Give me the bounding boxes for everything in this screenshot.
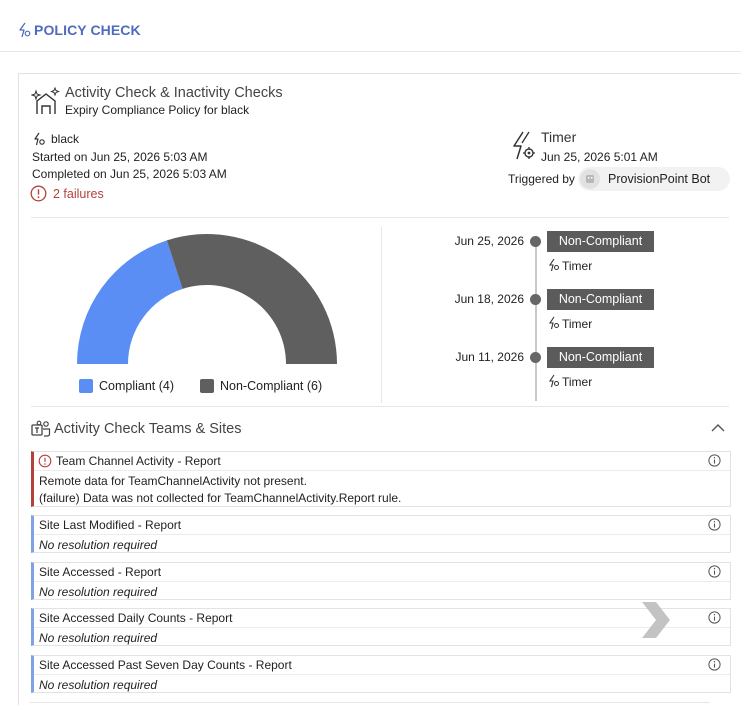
- report-resolution: No resolution required: [39, 585, 158, 599]
- report-title: Team Channel Activity - Report: [56, 454, 221, 468]
- timeline-item: Jun 18, 2026 Non-Compliant Timer: [399, 286, 729, 336]
- activity-check-icon: [31, 86, 60, 114]
- report-resolution: No resolution required: [39, 678, 158, 692]
- section-title: Activity Check Teams & Sites: [54, 421, 242, 437]
- timer-icon: [548, 316, 559, 330]
- report-header: Site Accessed Past Seven Day Counts - Re…: [34, 656, 730, 675]
- info-icon[interactable]: [708, 565, 721, 578]
- compliance-timeline: Jun 25, 2026 Non-Compliant Timer Jun 18,…: [399, 224, 729, 404]
- timeline-source: Timer: [562, 375, 593, 389]
- report-title: Site Last Modified - Report: [39, 518, 182, 532]
- error-circle-icon: [30, 185, 47, 202]
- report-item[interactable]: Site Accessed Past Seven Day Counts - Re…: [31, 655, 731, 693]
- timeline-dot: [530, 352, 541, 363]
- next-arrow-icon[interactable]: [640, 600, 672, 640]
- legend-swatch-compliant: [79, 379, 93, 393]
- policy-icon: [19, 22, 31, 38]
- report-details: Remote data for TeamChannelActivity not …: [39, 473, 401, 507]
- info-icon[interactable]: [708, 454, 721, 467]
- report-detail-line: (failure) Data was not collected for Tea…: [39, 491, 402, 505]
- workspace-icon: [34, 132, 45, 146]
- timeline-dot: [530, 236, 541, 247]
- report-resolution: No resolution required: [39, 538, 158, 552]
- triggered-by-label: Triggered by: [508, 172, 575, 186]
- divider: [31, 406, 729, 407]
- report-detail-line: Remote data for TeamChannelActivity not …: [39, 474, 307, 488]
- divider: [31, 217, 729, 218]
- page-header: POLICY CHECK: [0, 0, 741, 52]
- report-title: Site Accessed - Report: [39, 565, 162, 579]
- failure-count[interactable]: 2 failures: [53, 187, 104, 201]
- timeline-date: Jun 11, 2026: [455, 350, 524, 364]
- report-header: Team Channel Activity - Report: [34, 452, 730, 471]
- chevron-up-icon[interactable]: [711, 423, 725, 433]
- divider: [381, 227, 382, 403]
- report-item[interactable]: Site Accessed - Report No resolution req…: [31, 562, 731, 600]
- report-resolution: No resolution required: [39, 631, 158, 645]
- report-header: Site Accessed Daily Counts - Report: [34, 609, 730, 628]
- gauge-segment-non-compliant[interactable]: [166, 234, 337, 364]
- info-icon[interactable]: [708, 518, 721, 531]
- report-header: Site Last Modified - Report: [34, 516, 730, 535]
- timeline-item: Jun 11, 2026 Non-Compliant Timer: [399, 344, 729, 394]
- trigger-date: Jun 25, 2026 5:01 AM: [541, 150, 658, 164]
- triggered-by-pill[interactable]: ProvisionPoint Bot: [578, 167, 730, 191]
- report-title: Site Accessed Past Seven Day Counts - Re…: [39, 658, 292, 672]
- timeline-item: Jun 25, 2026 Non-Compliant Timer: [399, 228, 729, 278]
- timer-icon: [548, 258, 559, 272]
- bot-icon: [586, 175, 594, 183]
- policy-check-card: Activity Check & Inactivity Checks Expir…: [18, 73, 741, 705]
- report-item[interactable]: Site Accessed Daily Counts - Report No r…: [31, 608, 731, 646]
- status-badge[interactable]: Non-Compliant: [547, 347, 654, 368]
- compliance-gauge-chart: [77, 234, 337, 364]
- gauge-segment-compliant[interactable]: [77, 240, 183, 364]
- status-badge[interactable]: Non-Compliant: [547, 289, 654, 310]
- legend-label-compliant: Compliant (4): [99, 379, 175, 393]
- report-header: Site Accessed - Report: [34, 563, 730, 582]
- info-icon[interactable]: [708, 611, 721, 624]
- timeline-dot: [530, 294, 541, 305]
- activity-subtitle: Expiry Compliance Policy for black: [65, 103, 250, 117]
- divider: [30, 702, 710, 703]
- status-badge[interactable]: Non-Compliant: [547, 231, 654, 252]
- legend-label-noncompliant: Non-Compliant (6): [220, 379, 323, 393]
- report-item[interactable]: Site Last Modified - Report No resolutio…: [31, 515, 731, 553]
- page-title: POLICY CHECK: [34, 22, 141, 38]
- bot-name: ProvisionPoint Bot: [608, 172, 711, 186]
- trigger-title: Timer: [541, 129, 577, 145]
- started-on: Started on Jun 25, 2026 5:03 AM: [32, 150, 208, 164]
- workspace-name: black: [51, 132, 80, 146]
- timer-icon: [548, 374, 559, 388]
- info-icon[interactable]: [708, 658, 721, 671]
- timer-trigger-icon: [513, 131, 535, 160]
- error-circle-icon: [38, 454, 52, 468]
- activity-title: Activity Check & Inactivity Checks: [65, 85, 283, 101]
- report-item[interactable]: Team Channel Activity - Report Remote da…: [31, 451, 731, 507]
- completed-on: Completed on Jun 25, 2026 5:03 AM: [32, 167, 227, 181]
- timeline-source: Timer: [562, 259, 593, 273]
- bot-avatar: [580, 169, 600, 189]
- teams-icon: [31, 420, 51, 437]
- timeline-source: Timer: [562, 317, 593, 331]
- legend-swatch-noncompliant: [200, 379, 214, 393]
- timeline-date: Jun 25, 2026: [454, 234, 524, 248]
- report-title: Site Accessed Daily Counts - Report: [39, 611, 233, 625]
- timeline-date: Jun 18, 2026: [454, 292, 524, 306]
